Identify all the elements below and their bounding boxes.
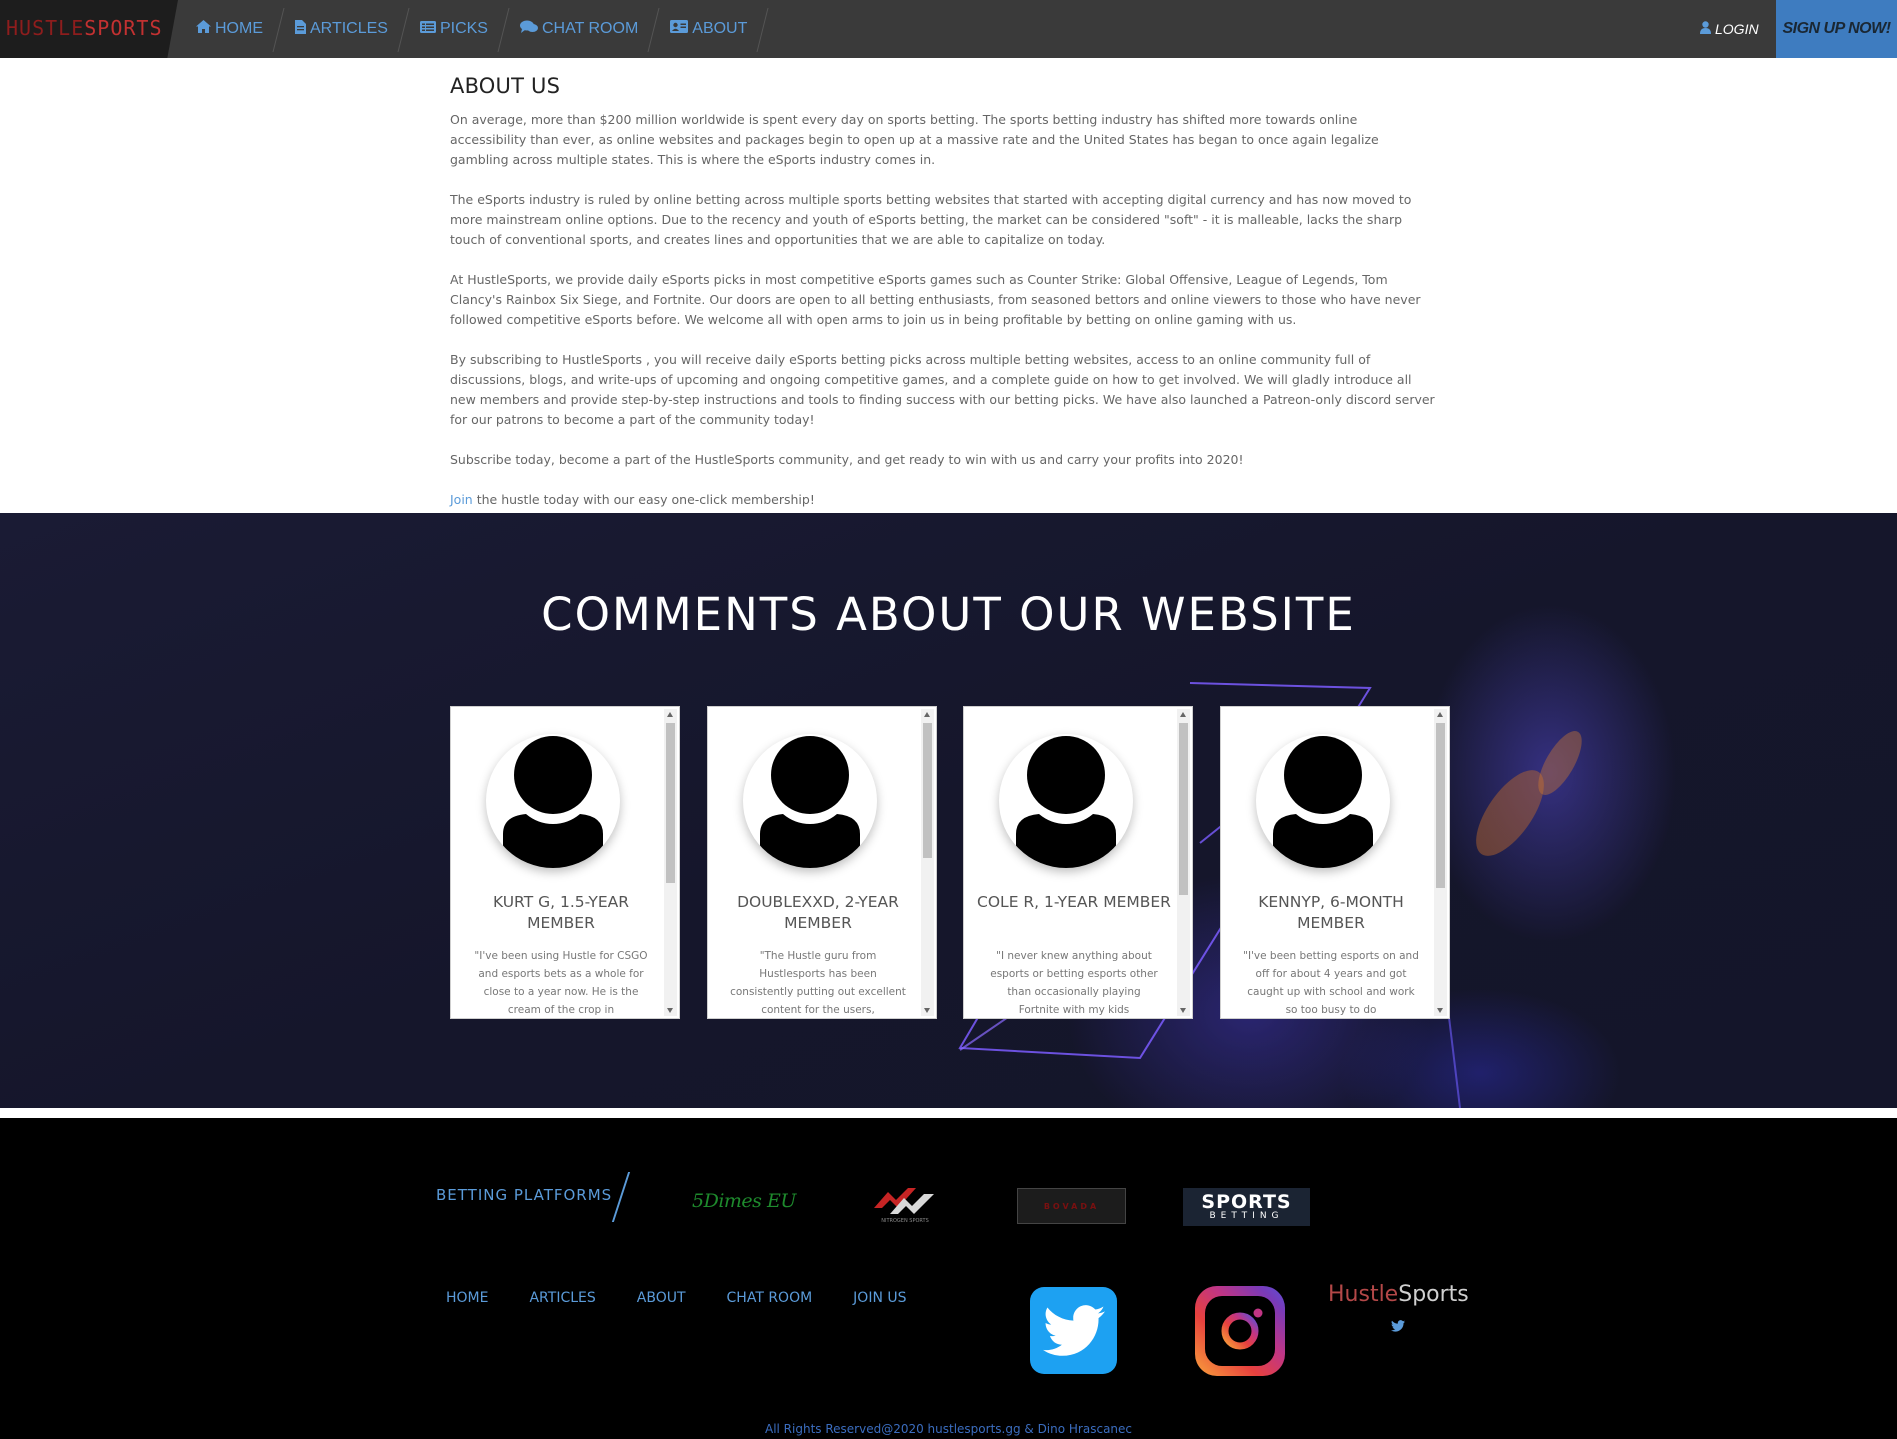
5dimes-logo[interactable]: 5Dimes EU — [692, 1190, 796, 1212]
nav-item-picks[interactable]: PICKS — [404, 0, 504, 58]
member-name: KURT G, 1.5-YEAR MEMBER — [492, 893, 630, 932]
scroll-up-icon[interactable] — [924, 712, 930, 717]
brand-part-hustle: HUSTLE — [6, 16, 85, 40]
card-scrollbar[interactable] — [664, 709, 677, 1016]
bovada-wordmark: BOVADA — [1043, 1201, 1100, 1211]
scroll-thumb[interactable] — [1179, 723, 1188, 895]
footer-link-about[interactable]: ABOUT — [637, 1290, 686, 1306]
scroll-thumb[interactable] — [1436, 723, 1445, 888]
chat-icon — [519, 20, 538, 39]
nav-menu: HOME ARTICLES PICKS CHAT ROOM ABOUT — [180, 0, 763, 58]
top-navbar: HUSTLESPORTS HOME ARTICLES PICKS CHAT RO… — [0, 0, 1897, 58]
footer-brand-hustle: Hustle — [1328, 1282, 1399, 1307]
brand-logo[interactable]: HUSTLESPORTS — [6, 16, 163, 40]
scroll-up-icon[interactable] — [1437, 712, 1443, 717]
scroll-thumb[interactable] — [923, 723, 932, 858]
twitter-small-icon[interactable] — [1391, 1317, 1405, 1336]
nitrogen-sports-logo[interactable]: NITROGEN SPORTS — [870, 1184, 940, 1228]
testimonial-card: COLE R, 1-YEAR MEMBER "I never knew anyt… — [963, 706, 1193, 1019]
twitter-icon[interactable] — [1030, 1287, 1117, 1374]
scroll-thumb[interactable] — [666, 723, 675, 883]
scroll-down-icon[interactable] — [1437, 1008, 1443, 1013]
nav-label-articles: ARTICLES — [310, 20, 388, 37]
avatar — [486, 734, 620, 868]
sports-betting-logo[interactable]: SPORTS BETTING — [1183, 1188, 1310, 1226]
footer-link-articles[interactable]: ARTICLES — [529, 1290, 595, 1306]
betting-platforms-label: BETTING PLATFORMS — [436, 1186, 613, 1204]
join-link[interactable]: Join — [450, 492, 473, 507]
nav-label-picks: PICKS — [439, 20, 488, 37]
member-name: COLE R, 1-YEAR MEMBER — [977, 893, 1171, 911]
comments-section: COMMENTS ABOUT OUR WEBSITE KURT G, 1.5-Y… — [0, 513, 1897, 1108]
footer: BETTING PLATFORMS 5Dimes EU NITROGEN SPO… — [0, 1118, 1897, 1439]
nitrogen-sports-caption: NITROGEN SPORTS — [881, 1218, 929, 1224]
file-icon — [295, 19, 306, 39]
testimonial-card: KURT G, 1.5-YEAR MEMBER "I've been using… — [450, 706, 680, 1019]
avatar — [1256, 734, 1390, 868]
about-paragraph-5: Subscribe today, become a part of the Hu… — [450, 452, 1244, 467]
brand-part-sports: SPORTS — [84, 16, 163, 40]
login-label: LOGIN — [1715, 21, 1759, 37]
instagram-icon-inner — [1205, 1296, 1275, 1366]
sports-betting-word-1: SPORTS — [1201, 1191, 1292, 1213]
join-sentence-text: the hustle today with our easy one-click… — [472, 492, 815, 507]
about-title: ABOUT US — [450, 74, 561, 98]
about-paragraph-2: The eSports industry is ruled by online … — [450, 192, 1412, 247]
instagram-icon[interactable] — [1195, 1286, 1285, 1376]
list-icon — [419, 20, 436, 38]
member-name: KENNYP, 6-MONTH MEMBER — [1258, 893, 1404, 932]
nav-item-articles[interactable]: ARTICLES — [279, 0, 404, 58]
copyright-text: All Rights Reserved@2020 hustlesports.gg… — [764, 1422, 1133, 1436]
about-paragraph-4: By subscribing to HustleSports , you wil… — [450, 352, 1435, 427]
scroll-down-icon[interactable] — [667, 1008, 673, 1013]
bovada-logo[interactable]: BOVADA — [1017, 1188, 1126, 1224]
comments-title: COMMENTS ABOUT OUR WEBSITE — [541, 588, 1356, 641]
member-quote: "The Hustle guru from Hustlesports has b… — [730, 950, 906, 1016]
card-scrollbar[interactable] — [921, 709, 934, 1016]
nav-item-chat-room[interactable]: CHAT ROOM — [504, 0, 654, 58]
login-link[interactable]: LOGIN — [1700, 0, 1759, 58]
footer-brand-sports: Sports — [1398, 1282, 1469, 1307]
member-quote: "I've been betting esports on and off fo… — [1243, 950, 1419, 1016]
footer-link-chat-room[interactable]: CHAT ROOM — [727, 1290, 813, 1306]
brand-logo-container[interactable]: HUSTLESPORTS — [0, 0, 178, 58]
footer-links: HOME ARTICLES ABOUT CHAT ROOM JOIN US — [446, 1290, 948, 1306]
avatar — [999, 734, 1133, 868]
member-name: DOUBLEXXD, 2-YEAR MEMBER — [737, 893, 899, 932]
user-icon — [1700, 21, 1711, 37]
testimonial-card: KENNYP, 6-MONTH MEMBER "I've been bettin… — [1220, 706, 1450, 1019]
footer-brand: HustleSports — [1328, 1282, 1469, 1307]
divider — [611, 1172, 631, 1222]
testimonial-card: DOUBLEXXD, 2-YEAR MEMBER "The Hustle gur… — [707, 706, 937, 1019]
footer-link-home[interactable]: HOME — [446, 1290, 488, 1306]
member-quote: "I've been using Hustle for CSGO and esp… — [474, 950, 648, 1016]
signup-button[interactable]: SIGN UP NOW! — [1776, 0, 1897, 58]
id-card-icon — [670, 20, 689, 38]
nav-label-chat-room: CHAT ROOM — [541, 20, 639, 37]
nav-item-home[interactable]: HOME — [180, 0, 279, 58]
nav-label-about: ABOUT — [692, 20, 748, 37]
member-quote: "I never knew anything about esports or … — [990, 950, 1158, 1016]
sports-betting-word-2: BETTING — [1209, 1211, 1284, 1221]
join-sentence: Join the hustle today with our easy one-… — [450, 490, 1435, 510]
scroll-up-icon[interactable] — [667, 712, 673, 717]
about-section: ABOUT US On average, more than $200 mill… — [450, 74, 1435, 510]
about-paragraph-1: On average, more than $200 million world… — [450, 112, 1379, 167]
scroll-up-icon[interactable] — [1180, 712, 1186, 717]
scroll-down-icon[interactable] — [924, 1008, 930, 1013]
nav-label-home: HOME — [215, 20, 263, 37]
avatar — [743, 734, 877, 868]
card-scrollbar[interactable] — [1434, 709, 1447, 1016]
scroll-down-icon[interactable] — [1180, 1008, 1186, 1013]
card-scrollbar[interactable] — [1177, 709, 1190, 1016]
nav-item-about[interactable]: ABOUT — [654, 0, 763, 58]
footer-link-join-us[interactable]: JOIN US — [853, 1290, 906, 1306]
about-paragraph-3: At HustleSports, we provide daily eSport… — [450, 272, 1421, 327]
home-icon — [196, 20, 211, 38]
